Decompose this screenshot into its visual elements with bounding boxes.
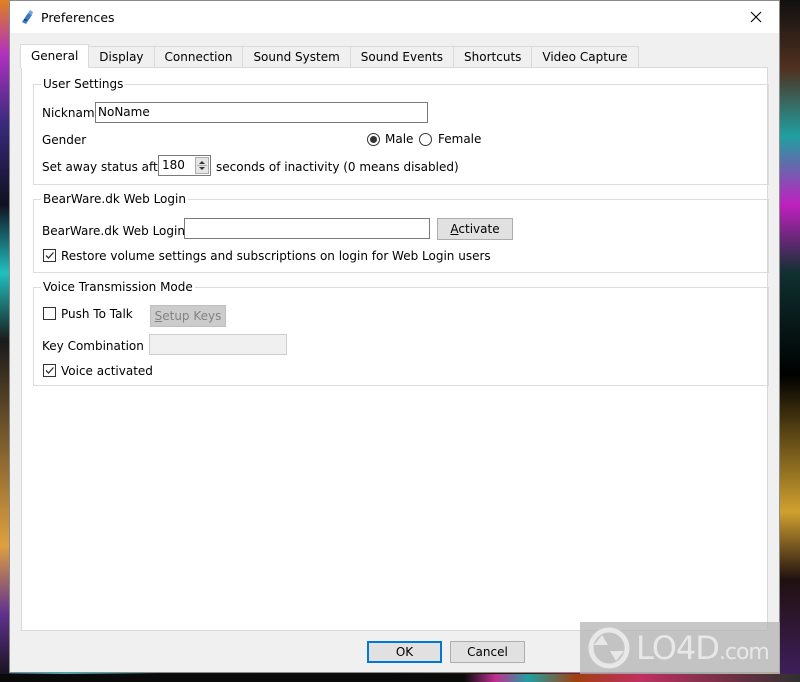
gender-male-label[interactable]: Male <box>385 131 413 147</box>
voice-transmission-title: Voice Transmission Mode <box>41 279 195 295</box>
window-title: Preferences <box>41 9 115 25</box>
gender-label: Gender <box>42 133 87 147</box>
gender-female-radio[interactable] <box>419 133 432 146</box>
away-timeout-spinbox[interactable]: 180 <box>158 155 211 176</box>
web-login-title: BearWare.dk Web Login <box>41 191 188 207</box>
user-settings-title: User Settings <box>41 76 126 92</box>
voice-transmission-group: Voice Transmission Mode Push To Talk Set… <box>33 279 769 386</box>
away-status-label: Set away status after <box>42 160 171 174</box>
push-to-talk-label[interactable]: Push To Talk <box>61 306 133 322</box>
preferences-dialog: Preferences General Display Connection S… <box>9 0 780 673</box>
gender-male-radio[interactable] <box>367 133 380 146</box>
lo4d-logo-icon <box>588 627 630 669</box>
web-login-id-input[interactable] <box>184 218 430 239</box>
restore-volume-checkbox[interactable] <box>43 249 56 262</box>
cancel-button[interactable]: Cancel <box>450 641 525 663</box>
key-combination-input[interactable] <box>149 334 287 355</box>
tab-shortcuts[interactable]: Shortcuts <box>453 46 533 67</box>
web-login-id-label: BearWare.dk Web Login ID <box>42 224 202 238</box>
nickname-input[interactable]: NoName <box>95 102 428 123</box>
teamtalk-app-icon <box>22 10 33 24</box>
setup-keys-button[interactable]: Setup Keys <box>150 305 226 327</box>
tab-sound-events[interactable]: Sound Events <box>349 46 455 67</box>
voice-activated-checkbox[interactable] <box>43 364 56 377</box>
user-settings-group: User Settings Nickname NoName Gender Mal… <box>33 76 769 185</box>
away-status-suffix: seconds of inactivity (0 means disabled) <box>216 160 459 174</box>
voice-activated-label[interactable]: Voice activated <box>61 363 153 379</box>
general-tab-panel: User Settings Nickname NoName Gender Mal… <box>21 67 769 631</box>
nickname-label: Nickname <box>42 106 102 120</box>
tab-video-capture[interactable]: Video Capture <box>531 46 639 67</box>
tab-connection[interactable]: Connection <box>153 46 244 67</box>
tab-general[interactable]: General <box>20 44 90 68</box>
tab-sound-system[interactable]: Sound System <box>242 46 351 67</box>
desktop-background-right <box>780 0 800 682</box>
lo4d-watermark: LO4D.com <box>580 622 780 674</box>
checkmark-icon <box>45 367 54 374</box>
away-timeout-value[interactable]: 180 <box>162 157 185 174</box>
restore-volume-label[interactable]: Restore volume settings and subscription… <box>61 248 491 264</box>
gender-female-label[interactable]: Female <box>438 131 481 147</box>
checkmark-icon <box>45 252 54 259</box>
key-combination-label: Key Combination <box>42 339 144 353</box>
close-icon <box>750 11 762 23</box>
spin-up-down-icon <box>197 161 207 170</box>
watermark-text: LO4D.com <box>636 629 770 667</box>
push-to-talk-checkbox[interactable] <box>43 307 56 320</box>
desktop-background-bottom <box>0 674 800 682</box>
activate-button[interactable]: Activate <box>437 218 513 240</box>
tab-display[interactable]: Display <box>88 46 155 67</box>
web-login-group: BearWare.dk Web Login BearWare.dk Web Lo… <box>33 191 769 273</box>
ok-button[interactable]: OK <box>367 641 442 663</box>
title-bar[interactable]: Preferences <box>10 1 779 33</box>
tab-bar: General Display Connection Sound System … <box>20 44 639 68</box>
spin-buttons[interactable] <box>195 157 209 174</box>
close-button[interactable] <box>733 1 779 33</box>
